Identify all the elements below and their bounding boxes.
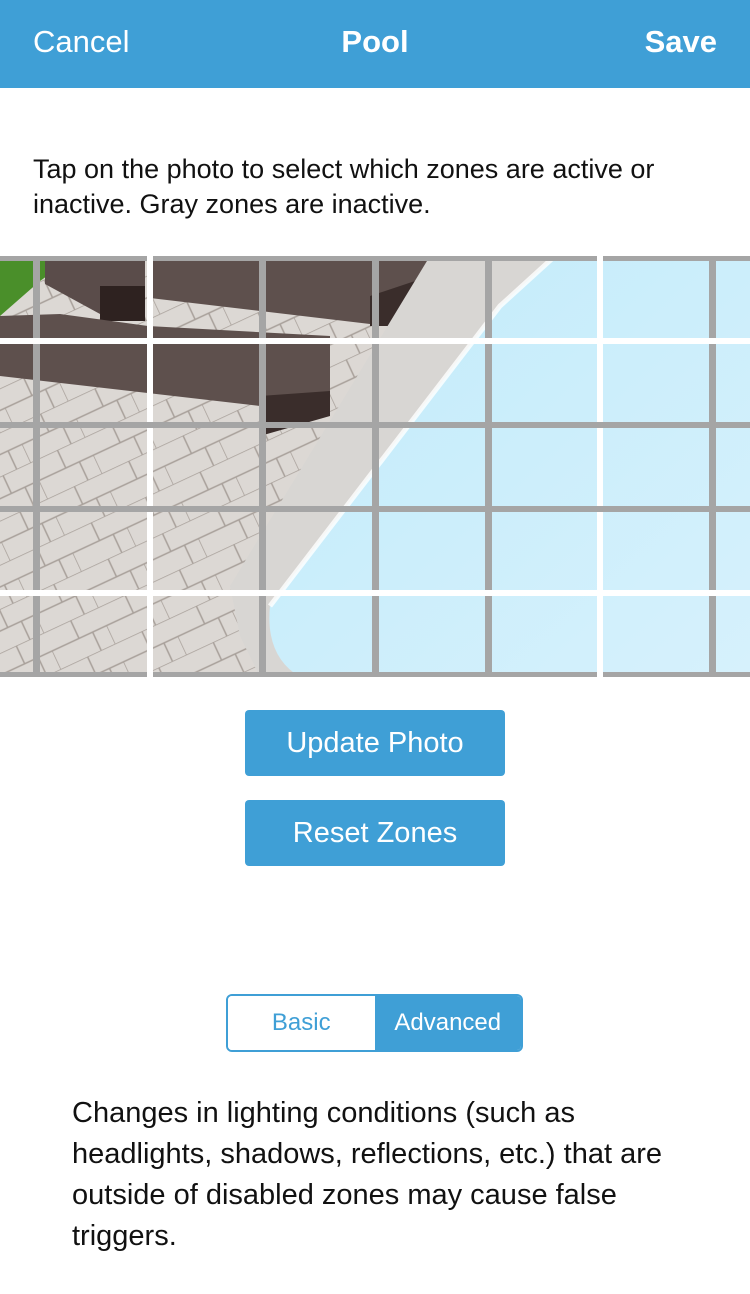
zone-grid-gap	[597, 256, 603, 261]
mode-advanced-tab[interactable]: Advanced	[374, 996, 521, 1050]
zone-grid-line	[372, 256, 379, 677]
zone-grid-line	[597, 256, 603, 677]
reset-zones-button[interactable]: Reset Zones	[245, 800, 505, 866]
page-title: Pool	[341, 24, 409, 59]
lighting-warning-text: Changes in lighting conditions (such as …	[72, 1097, 662, 1252]
mode-toggle: Basic Advanced	[226, 994, 523, 1052]
zone-photo[interactable]	[0, 256, 750, 677]
zone-grid-line	[259, 256, 266, 677]
update-photo-button[interactable]: Update Photo	[245, 710, 505, 776]
zone-grid-gap	[147, 672, 153, 677]
zone-grid-line	[0, 672, 750, 677]
navigation-bar: Cancel Pool Save	[0, 0, 750, 88]
zone-grid-line	[33, 256, 40, 677]
save-button[interactable]: Save	[645, 24, 717, 60]
zone-grid-line	[147, 256, 153, 677]
zone-grid-line	[0, 338, 750, 344]
zone-grid-line	[485, 256, 492, 677]
zone-grid-line	[0, 422, 750, 428]
zone-grid-gap	[147, 256, 153, 261]
instructions-text: Tap on the photo to select which zones a…	[33, 154, 655, 219]
zone-grid-line	[709, 256, 716, 677]
zone-grid-line	[0, 506, 750, 512]
zone-grid-line	[0, 256, 750, 261]
cancel-button[interactable]: Cancel	[33, 24, 130, 60]
zone-grid-line	[0, 590, 750, 596]
zone-grid-gap	[597, 672, 603, 677]
mode-basic-tab[interactable]: Basic	[228, 996, 375, 1050]
